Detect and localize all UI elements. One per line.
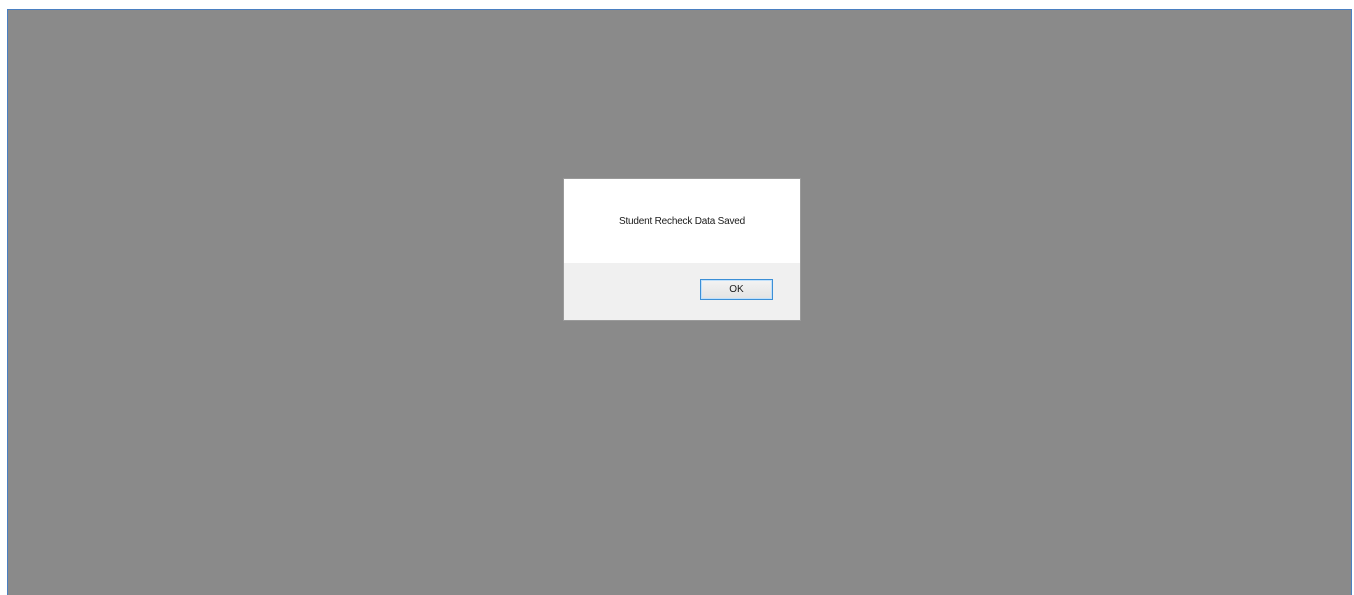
message-dialog: Student Recheck Data Saved OK (564, 179, 800, 320)
dialog-message: Student Recheck Data Saved (619, 215, 745, 227)
ok-button[interactable]: OK (700, 279, 773, 300)
dialog-footer: OK (564, 263, 800, 320)
